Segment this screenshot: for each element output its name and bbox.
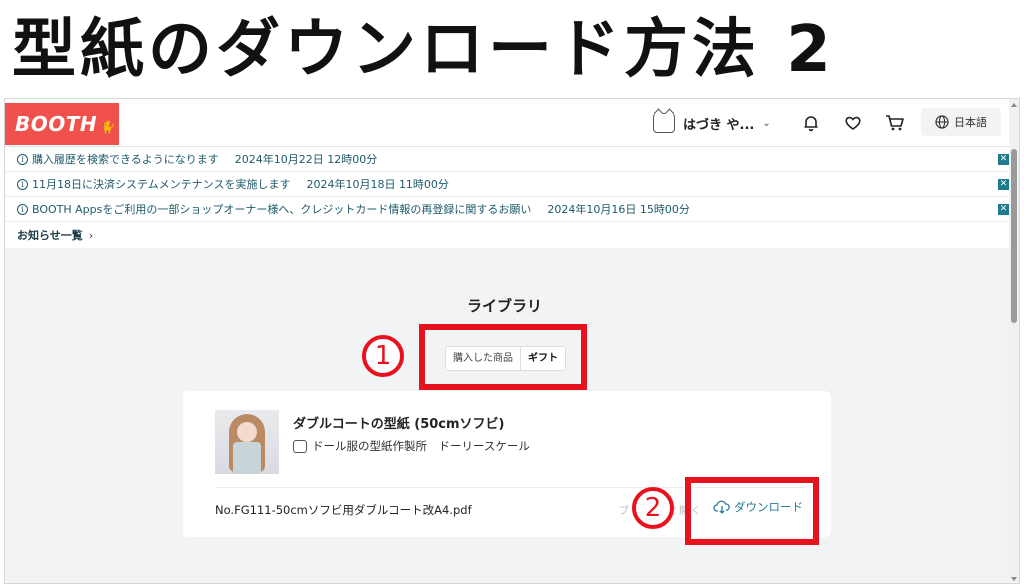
notice-more-label: お知らせ一覧 [17,229,83,242]
shop-icon [293,439,307,453]
cart-icon[interactable] [883,111,907,135]
scrollbar[interactable] [1009,99,1019,583]
info-icon: i [17,178,28,190]
scrollbar-thumb[interactable] [1011,149,1017,323]
page-title: ライブラリ [467,297,543,315]
logo-cat-icon: 🐈 [99,120,115,134]
highlight-box-tabs [419,324,587,390]
notice-item[interactable]: i BOOTH Appsをご利用の一部ショップオーナー様へ、クレジットカード情報… [5,197,1009,222]
shop-name: ドール服の型紙作製所 ドーリースケール [312,439,530,453]
tutorial-title: 型紙のダウンロード方法 2 [12,13,835,87]
notice-item[interactable]: i 11月18日に決済システムメンテナンスを実施します 2024年10月18日 … [5,172,1009,197]
notice-item[interactable]: i 購入履歴を検索できるようになります 2024年10月22日 12時00分 ✕ [5,147,1009,172]
chevron-right-icon: › [88,228,94,242]
product-title[interactable]: ダブルコートの型紙 (50cmソフビ) [293,413,505,432]
info-icon: i [17,153,28,165]
notice-text: 購入履歴を検索できるようになります [32,153,219,166]
language-selector[interactable]: 日本語 [921,108,1001,136]
notice-date: 2024年10月16日 15時00分 [547,203,690,216]
step-marker-1: 1 [362,335,404,377]
notice-date: 2024年10月22日 12時00分 [234,153,378,166]
notice-date: 2024年10月18日 11時00分 [306,178,449,191]
user-menu[interactable]: はづき や... ⌄ [653,111,771,135]
chevron-down-icon: ⌄ [762,117,771,129]
info-icon: i [17,203,28,215]
site-header: BOOTH 🐈 はづき や... ⌄ 日本語 [5,99,1009,147]
bell-icon[interactable] [799,111,823,135]
scroll-up-icon[interactable] [1011,103,1017,107]
user-avatar-icon [653,113,675,133]
close-icon[interactable]: ✕ [998,154,1009,165]
notice-list: i 購入履歴を検索できるようになります 2024年10月22日 12時00分 ✕… [5,147,1009,248]
product-thumbnail[interactable] [215,410,279,474]
notice-text: BOOTH Appsをご利用の一部ショップオーナー様へ、クレジットカード情報の再… [32,203,532,216]
globe-icon [935,115,949,129]
scroll-down-icon[interactable] [1011,577,1017,581]
notice-text: 11月18日に決済システムメンテナンスを実施します [32,178,291,191]
file-name: No.FG111-50cmソフビ用ダブルコート改A4.pdf [215,503,472,517]
language-label: 日本語 [954,116,987,129]
heart-icon[interactable] [841,111,865,135]
notice-more-link[interactable]: お知らせ一覧 › [5,222,1009,248]
user-name: はづき や... [683,117,755,133]
step-marker-2: 2 [632,487,674,529]
close-icon[interactable]: ✕ [998,179,1009,190]
close-icon[interactable]: ✕ [998,204,1009,215]
booth-logo[interactable]: BOOTH 🐈 [5,103,119,145]
shop-link[interactable]: ドール服の型紙作製所 ドーリースケール [293,438,530,454]
logo-text: BOOTH [15,112,98,136]
highlight-box-download [685,477,819,545]
